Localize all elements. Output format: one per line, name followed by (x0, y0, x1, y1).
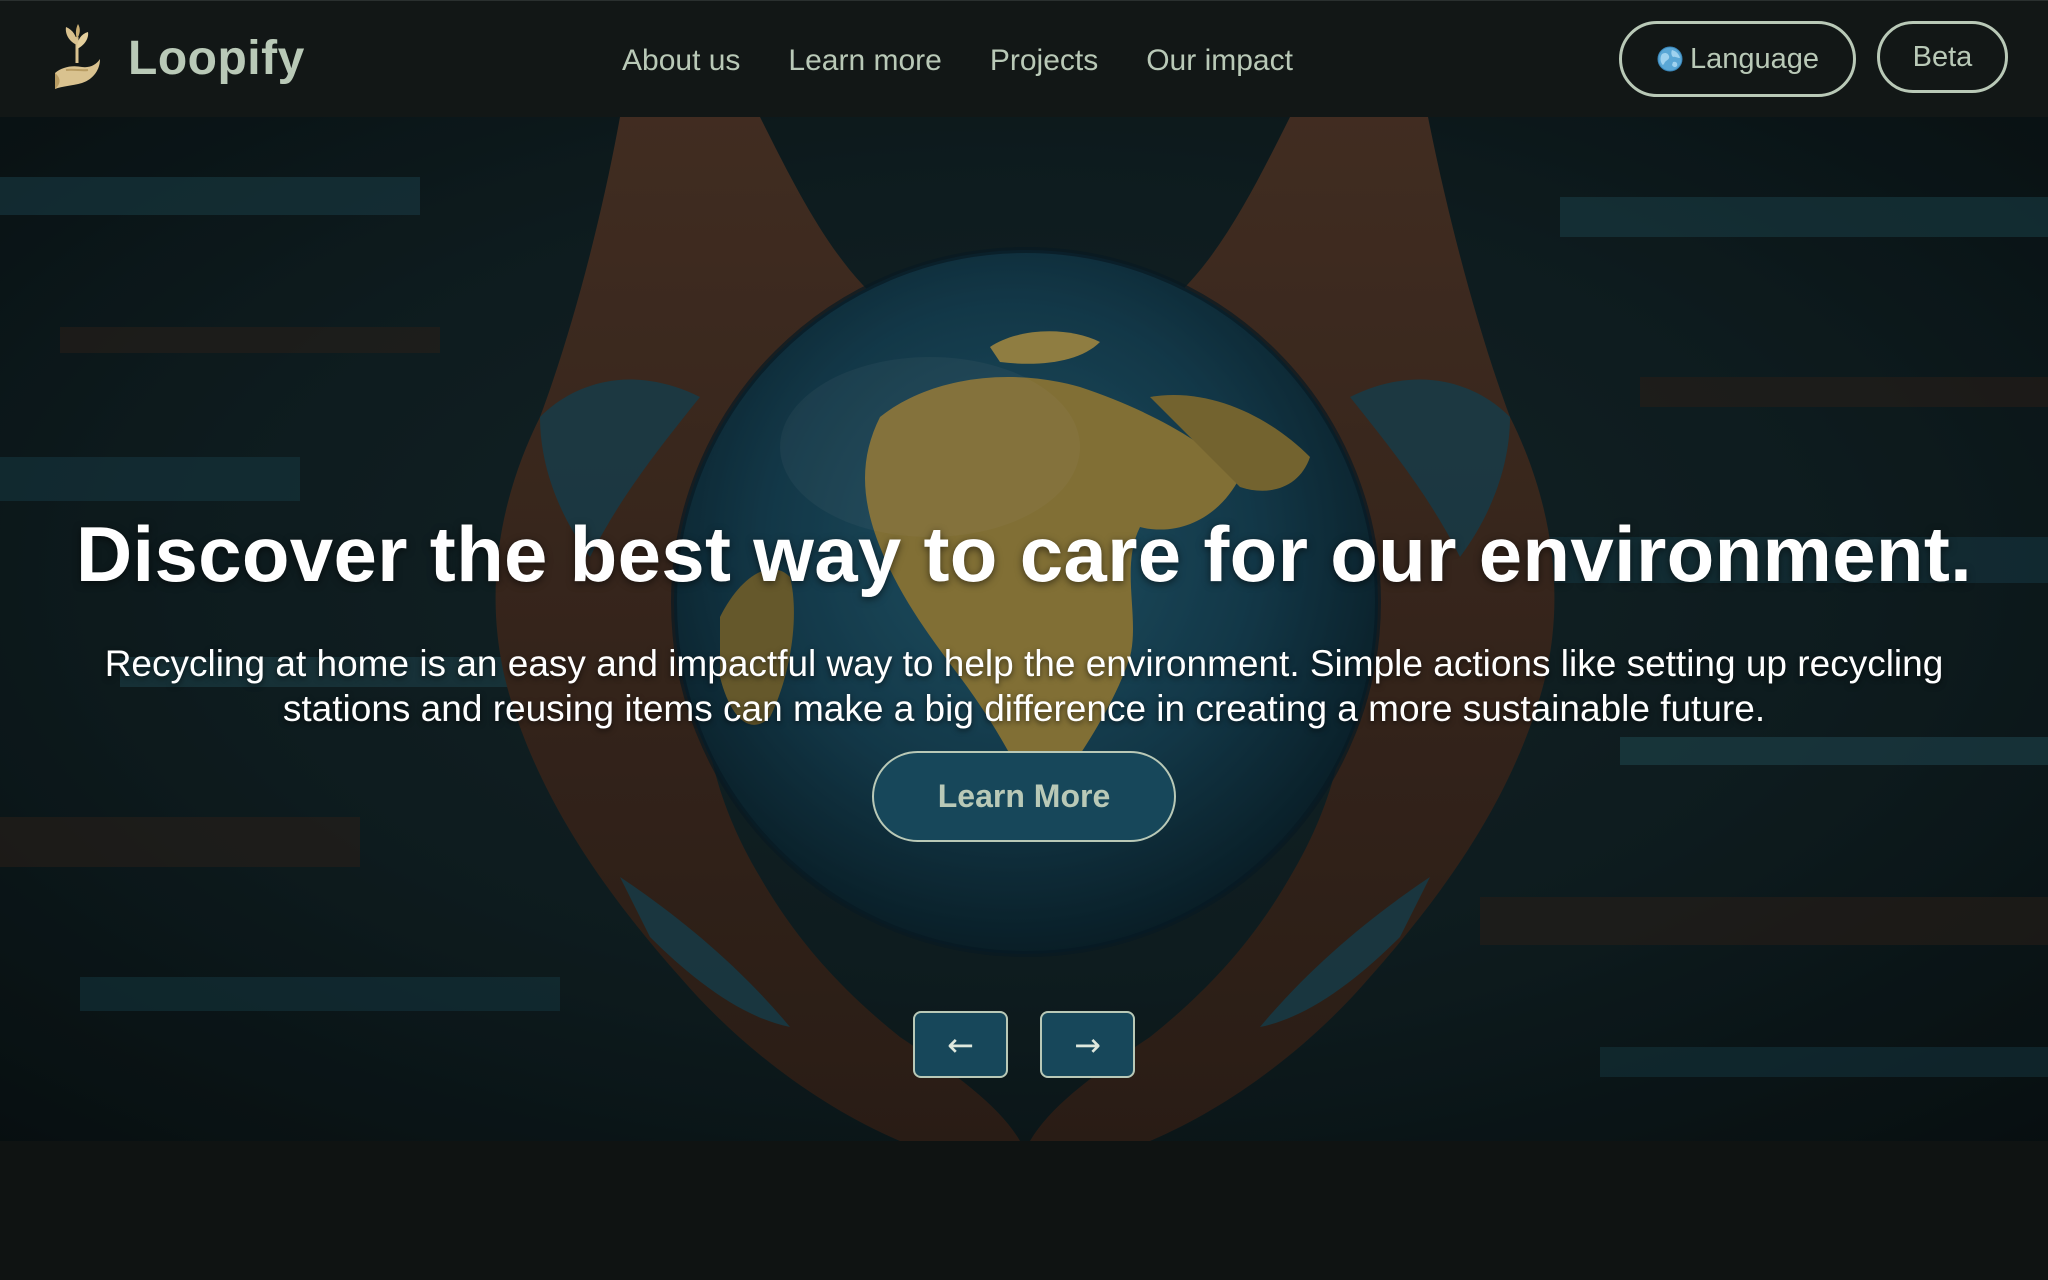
main-nav: About us Learn more Projects Our impact (622, 39, 1293, 83)
site-header: Loopify About us Learn more Projects Our… (0, 0, 2048, 117)
arrow-left-icon: ← (947, 1025, 974, 1064)
language-button[interactable]: Language (1619, 21, 1856, 97)
nav-link-about-us[interactable]: About us (622, 39, 740, 83)
learn-more-cta-button[interactable]: Learn More (872, 751, 1176, 842)
hero-section: Discover the best way to care for our en… (0, 117, 2048, 1141)
beta-button[interactable]: Beta (1877, 21, 2008, 93)
globe-icon (1657, 46, 1683, 72)
arrow-right-icon: → (1074, 1025, 1101, 1064)
beta-label: Beta (1912, 40, 1973, 73)
hero-dim-overlay (0, 117, 2048, 1141)
brand-home-link[interactable]: Loopify (52, 23, 305, 93)
nav-link-our-impact[interactable]: Our impact (1146, 39, 1293, 83)
hero-heading: Discover the best way to care for our en… (75, 510, 1973, 598)
page-bottom-area (0, 1141, 2048, 1280)
nav-link-projects[interactable]: Projects (990, 39, 1098, 83)
hero-subtext: Recycling at home is an easy and impactf… (104, 643, 1944, 729)
hand-sprout-icon (55, 24, 100, 89)
carousel-next-button[interactable]: → (1040, 1011, 1135, 1078)
language-label: Language (1689, 42, 1820, 75)
nav-link-learn-more[interactable]: Learn more (788, 39, 941, 83)
learn-more-cta-label: Learn More (937, 778, 1111, 814)
carousel-prev-button[interactable]: ← (913, 1011, 1008, 1078)
brand-name: Loopify (128, 31, 305, 85)
